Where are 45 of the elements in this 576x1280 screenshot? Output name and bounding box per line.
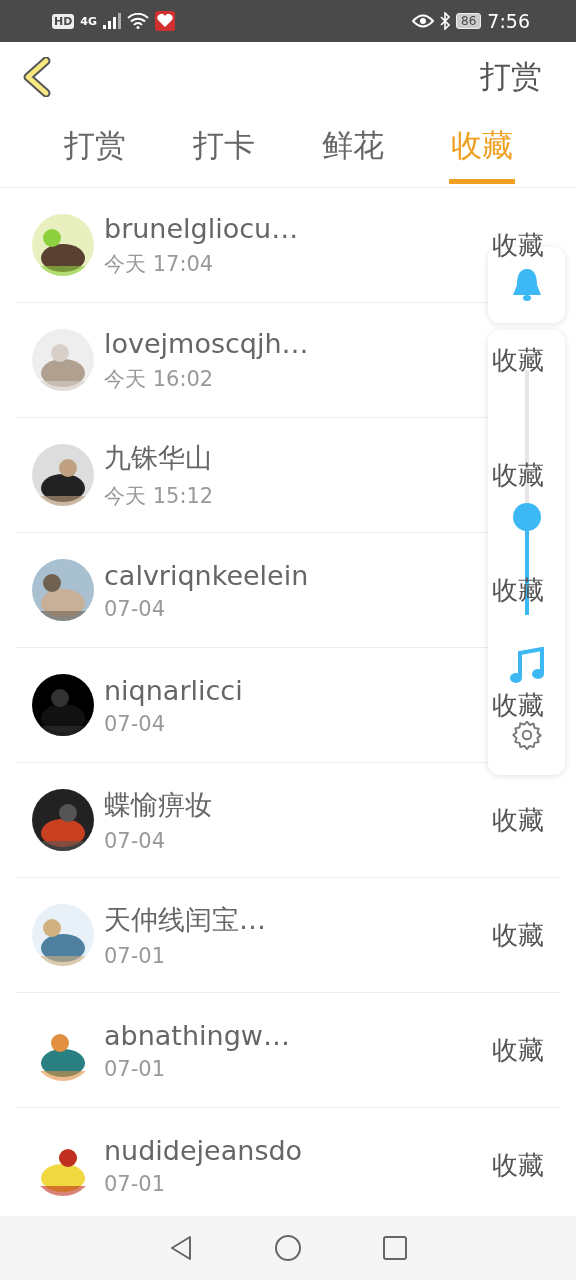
- action-label: 收藏: [492, 803, 544, 837]
- clock: 7:56: [487, 10, 530, 32]
- tab[interactable]: 打赏: [61, 112, 128, 184]
- tab[interactable]: 打卡: [190, 112, 257, 184]
- date-time: 07-04: [104, 711, 167, 736]
- user-name: brunelgliocu…: [104, 212, 300, 244]
- date-time: 今天 16:02: [104, 365, 215, 393]
- signal-icon: [103, 13, 122, 29]
- user-name: lovejmoscqjh…: [104, 327, 310, 359]
- user-name: abnathingw…: [104, 1019, 291, 1051]
- recent-nav-icon[interactable]: [382, 1235, 408, 1261]
- action-label: 收藏: [492, 458, 544, 492]
- user-name: calvriqnkeelein: [104, 559, 310, 591]
- action-label: 收藏: [492, 1148, 544, 1182]
- network-type: 4G: [80, 14, 98, 28]
- bluetooth-icon: [440, 12, 451, 30]
- back-nav-icon[interactable]: [168, 1234, 194, 1262]
- heart-app-icon: [155, 11, 176, 31]
- user-name: 九铢华山: [104, 441, 213, 475]
- date-time: 07-01: [104, 1056, 167, 1081]
- eye-icon: [412, 14, 435, 28]
- date-time: 今天 15:12: [104, 483, 215, 510]
- date-time: 今天 17:04: [104, 250, 215, 278]
- action-label: 收藏: [492, 228, 544, 262]
- back-icon[interactable]: [22, 57, 52, 97]
- action-label: 收藏: [492, 918, 544, 952]
- battery-indicator: 86: [456, 13, 482, 29]
- action-label: 收藏: [492, 343, 544, 377]
- header-title: 打赏: [480, 57, 542, 96]
- wifi-icon: [127, 13, 150, 29]
- user-name: 天仲线闰宝…: [104, 903, 267, 937]
- action-label: 收藏: [492, 688, 544, 722]
- date-time: 07-01: [104, 944, 167, 968]
- settings-icon[interactable]: [510, 719, 543, 751]
- user-name: 蝶愉痹妆: [104, 788, 213, 822]
- hd-indicator: HD: [52, 13, 75, 29]
- date-time: 07-01: [104, 1171, 167, 1196]
- user-name: niqnarlicci: [104, 674, 244, 706]
- date-time: 07-04: [104, 829, 167, 853]
- home-nav-icon[interactable]: [274, 1234, 302, 1262]
- action-label: 收藏: [492, 1033, 544, 1067]
- user-name: nudidejeansdo: [104, 1134, 304, 1166]
- date-time: 07-04: [104, 596, 167, 621]
- slider-thumb[interactable]: [512, 503, 541, 531]
- tab[interactable]: 鲜花: [319, 112, 386, 184]
